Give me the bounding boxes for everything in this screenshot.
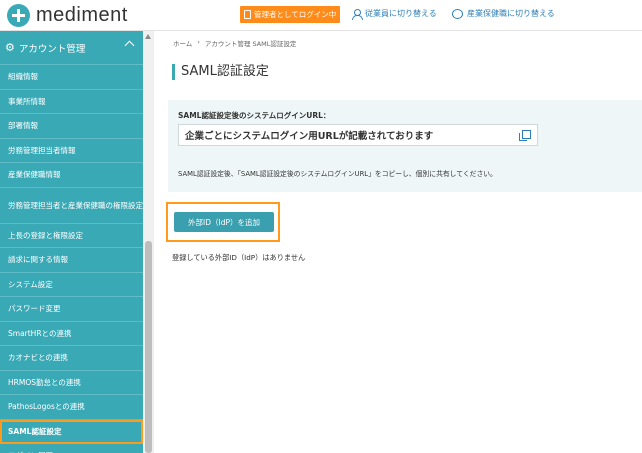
tablet-icon	[244, 10, 251, 19]
sidebar-item-labor-managers[interactable]: 労務管理担当者情報	[0, 139, 143, 163]
switch-employee-label: 従業員に切り替える	[365, 9, 437, 18]
section-title: アカウント管理	[18, 43, 86, 55]
sidebar-scrollbar[interactable]	[143, 31, 154, 453]
sidebar-item-departments[interactable]: 部署情報	[0, 114, 143, 139]
switch-to-health-staff-link[interactable]: 産業保健職に切り替える	[452, 8, 555, 19]
scroll-up-arrow-icon[interactable]	[145, 34, 151, 39]
no-idp-message: 登録している外部ID（IdP）はありません	[172, 253, 306, 262]
sidebar-item-permissions[interactable]: 労務管理担当者と産業保健職の権限設定	[0, 188, 143, 224]
add-idp-button[interactable]: 外部ID（IdP）を追加	[174, 212, 274, 232]
stethoscope-icon	[452, 8, 463, 19]
logo[interactable]: mediment	[7, 3, 128, 27]
copy-icon[interactable]	[519, 130, 531, 141]
breadcrumb-home[interactable]: ホーム	[173, 38, 192, 48]
sidebar-item-health-staff[interactable]: 産業保健職情報	[0, 163, 143, 188]
account-management-section-toggle[interactable]: ⚙ アカウント管理	[0, 31, 143, 65]
sidebar-menu: 組織情報 事業所情報 部署情報 労務管理担当者情報 産業保健職情報 労務管理担当…	[0, 65, 143, 453]
url-note: SAML認証設定後、「SAML認証設定後のシステムログインURL」をコピーし、個…	[178, 170, 497, 178]
add-idp-highlight: 外部ID（IdP）を追加	[166, 202, 280, 242]
person-icon	[352, 8, 363, 20]
sidebar-item-system-settings[interactable]: システム設定	[0, 273, 143, 297]
page-title: SAML認証設定	[172, 64, 269, 80]
sidebar-item-saml[interactable]: SAML認証設定	[0, 419, 143, 444]
sidebar-item-billing[interactable]: 請求に関する情報	[0, 248, 143, 273]
breadcrumb: ホーム › アカウント管理 SAML認証設定	[173, 38, 296, 48]
breadcrumb-separator: ›	[197, 38, 200, 46]
admin-login-badge: 管理者としてログイン中	[240, 6, 341, 23]
login-url-field[interactable]: 企業ごとにシステムログイン用URLが記載されております	[178, 124, 538, 146]
scroll-thumb[interactable]	[145, 241, 152, 453]
breadcrumb-current: アカウント管理 SAML認証設定	[204, 40, 297, 48]
switch-to-employee-link[interactable]: 従業員に切り替える	[352, 8, 437, 20]
sidebar-item-login-history[interactable]: ログイン履歴	[0, 444, 143, 453]
logo-text: mediment	[36, 3, 128, 26]
login-url-value: 企業ごとにシステムログイン用URLが記載されております	[185, 131, 434, 142]
admin-badge-label: 管理者としてログイン中	[254, 10, 337, 19]
sidebar-item-smarthr[interactable]: SmartHRとの連携	[0, 322, 143, 346]
sidebar-item-password[interactable]: パスワード変更	[0, 297, 143, 322]
app-header: mediment 管理者としてログイン中 従業員に切り替える 産業保健職に切り替…	[0, 0, 642, 31]
sidebar-item-offices[interactable]: 事業所情報	[0, 90, 143, 114]
switch-doctor-label: 産業保健職に切り替える	[467, 9, 555, 18]
url-label: SAML認証設定後のシステムログインURL：	[178, 111, 331, 120]
logo-plus-icon	[7, 3, 30, 27]
main-content: ホーム › アカウント管理 SAML認証設定 SAML認証設定 SAML認証設定…	[154, 31, 642, 453]
chevron-up-icon	[124, 40, 135, 51]
saml-url-panel: SAML認証設定後のシステムログインURL： 企業ごとにシステムログイン用URL…	[168, 100, 642, 192]
gear-icon: ⚙	[5, 41, 15, 54]
sidebar-item-kaonavi[interactable]: カオナビとの連携	[0, 346, 143, 371]
sidebar-item-organization[interactable]: 組織情報	[0, 65, 143, 90]
sidebar-item-supervisors[interactable]: 上長の登録と権限設定	[0, 224, 143, 248]
sidebar-item-hrmos[interactable]: HRMOS勤怠との連携	[0, 371, 143, 395]
sidebar: ⚙ アカウント管理 組織情報 事業所情報 部署情報 労務管理担当者情報 産業保健…	[0, 31, 154, 453]
sidebar-item-pathoslogos[interactable]: PathosLogosとの連携	[0, 395, 143, 420]
